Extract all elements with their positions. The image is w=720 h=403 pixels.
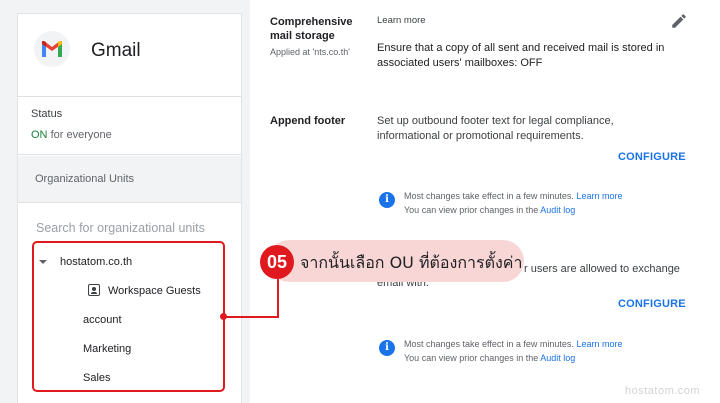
step-number-badge: 05 xyxy=(260,245,294,279)
watermark: hostatom.com xyxy=(625,385,701,397)
note-text: Most changes take effect in a few minute… xyxy=(404,191,574,201)
ou-header-label: Organizational Units xyxy=(35,173,135,185)
callout-text: จากนั้นเลือก OU ที่ต้องการตั้งค่า xyxy=(300,253,523,272)
note-text: You can view prior changes in the xyxy=(404,205,539,215)
ou-item-marketing[interactable]: Marketing xyxy=(83,343,131,355)
changes-note: Most changes take effect in a few minute… xyxy=(404,337,622,365)
guest-badge-icon xyxy=(88,284,100,296)
status-on: ON xyxy=(31,129,48,141)
title-line: Comprehensive xyxy=(270,16,353,28)
ou-item-sales[interactable]: Sales xyxy=(83,372,111,384)
changes-note: Most changes take effect in a few minute… xyxy=(404,189,622,217)
learn-more-link[interactable]: Learn more xyxy=(576,191,622,201)
desc-line: Set up outbound footer text for legal co… xyxy=(377,115,614,127)
status-label: Status xyxy=(31,108,63,120)
note-text: Most changes take effect in a few minute… xyxy=(404,339,574,349)
gmail-logo-icon xyxy=(34,31,70,67)
status-value: ON for everyone xyxy=(31,129,112,141)
desc-line: Ensure that a copy of all sent and recei… xyxy=(377,42,665,54)
callout-connector xyxy=(225,316,279,318)
append-footer-configure-button[interactable]: CONFIGURE xyxy=(618,151,686,163)
ou-item-account[interactable]: account xyxy=(83,314,122,326)
append-footer-description: Set up outbound footer text for legal co… xyxy=(377,114,614,144)
applied-at-label: Applied at 'nts.co.th' xyxy=(270,47,350,57)
learn-more-link[interactable]: Learn more xyxy=(576,339,622,349)
comprehensive-storage-title: Comprehensive mail storage xyxy=(270,15,353,43)
edit-pencil-icon[interactable] xyxy=(670,12,688,30)
audit-log-link[interactable]: Audit log xyxy=(540,205,575,215)
comprehensive-storage-description: Ensure that a copy of all sent and recei… xyxy=(377,41,664,71)
ou-search-input[interactable] xyxy=(36,221,226,235)
title-line: mail storage xyxy=(270,30,335,42)
desc-line: associated users' mailboxes: OFF xyxy=(377,57,543,69)
desc-line: r users are allowed to exchange xyxy=(524,263,680,275)
append-footer-title: Append footer xyxy=(270,115,346,127)
audit-log-link[interactable]: Audit log xyxy=(540,353,575,363)
partial-setting-description: r users are allowed to exchange xyxy=(524,262,680,277)
desc-line: informational or promotional requirement… xyxy=(377,130,584,142)
settings-pane: Comprehensive mail storage Applied at 'n… xyxy=(250,0,720,403)
expand-caret-icon[interactable] xyxy=(39,260,47,264)
ou-tree: hostatom.co.th Workspace Guests account … xyxy=(32,241,225,392)
info-icon: i xyxy=(379,340,395,356)
configure-button[interactable]: CONFIGURE xyxy=(618,298,686,310)
callout-anchor-dot xyxy=(220,313,227,320)
info-icon: i xyxy=(379,192,395,208)
ou-section-header: Organizational Units xyxy=(18,156,241,203)
note-text: You can view prior changes in the xyxy=(404,353,539,363)
service-status[interactable]: Status ON for everyone xyxy=(18,98,241,155)
learn-more-link[interactable]: Learn more xyxy=(377,13,426,28)
app-header: Gmail xyxy=(18,14,241,97)
ou-item-root[interactable]: hostatom.co.th xyxy=(60,256,132,268)
status-scope: for everyone xyxy=(50,129,112,141)
app-title: Gmail xyxy=(91,40,141,61)
ou-item-workspace-guests[interactable]: Workspace Guests xyxy=(108,285,201,297)
